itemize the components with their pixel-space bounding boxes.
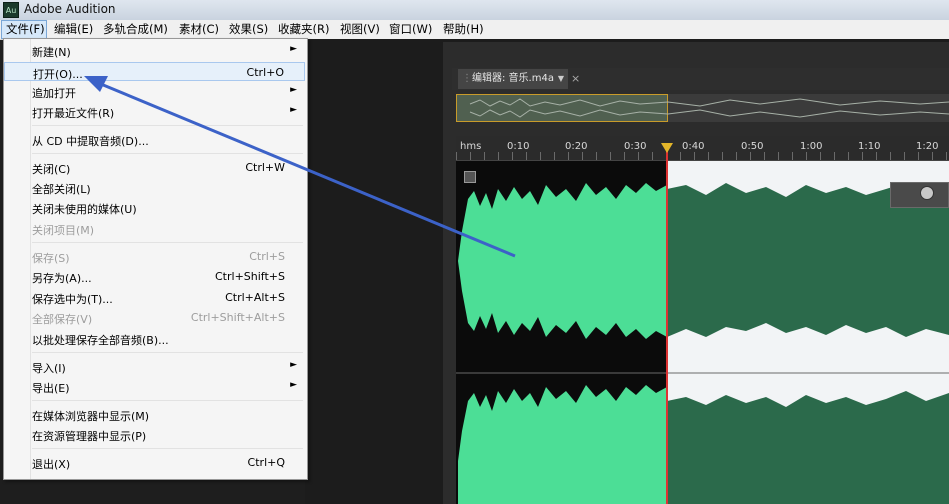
menu-open[interactable]: 打开(O)... Ctrl+O <box>4 62 305 81</box>
ruler-label: 0:10 <box>507 141 530 152</box>
menu-append-open[interactable]: 追加打开 ► <box>4 82 305 101</box>
menu-separator <box>32 400 303 401</box>
chevron-right-icon: ► <box>290 44 297 54</box>
zoom-corner-icon[interactable] <box>464 171 476 183</box>
menu-item-label: 关闭项目(M) <box>32 224 95 237</box>
menu-item-label: 退出(X) <box>32 458 71 471</box>
menu-save-all: 全部保存(V) Ctrl+Shift+Alt+S <box>4 308 305 327</box>
menu-new[interactable]: 新建(N) ► <box>4 41 305 60</box>
menu-item-label: 关闭未使用的媒体(U) <box>32 203 137 216</box>
ruler-label: 0:20 <box>565 141 588 152</box>
menu-item-label: 在媒体浏览器中显示(M) <box>32 410 150 423</box>
menu-close-all[interactable]: 全部关闭(L) <box>4 178 305 197</box>
menu-show-in-explorer[interactable]: 在资源管理器中显示(P) <box>4 425 305 444</box>
chevron-right-icon: ► <box>290 105 297 115</box>
menu-edit[interactable]: 编辑(E) <box>54 20 93 39</box>
overview-viewport[interactable] <box>456 94 668 122</box>
waveform <box>456 183 949 504</box>
menu-close[interactable]: 关闭(C) Ctrl+W <box>4 158 305 177</box>
menu-item-label: 全部保存(V) <box>32 313 93 326</box>
menu-separator <box>32 352 303 353</box>
menu-item-label: 在资源管理器中显示(P) <box>32 430 147 443</box>
menu-file[interactable]: 文件(F) <box>1 20 47 39</box>
ruler-ticks <box>456 152 949 160</box>
ruler-label: 0:40 <box>682 141 705 152</box>
menu-item-label: 保存(S) <box>32 252 70 265</box>
menu-effects[interactable]: 效果(S) <box>229 20 268 39</box>
menu-extract-cd[interactable]: 从 CD 中提取音频(D)... <box>4 130 305 149</box>
ruler-label: 0:50 <box>741 141 764 152</box>
menu-shortcut: Ctrl+Shift+Alt+S <box>190 311 285 324</box>
menu-favorites[interactable]: 收藏夹(R) <box>278 20 329 39</box>
volume-knob-icon[interactable] <box>920 186 934 200</box>
close-icon[interactable]: × <box>571 69 580 89</box>
menu-bar: 文件(F) 编辑(E) 多轨合成(M) 素材(C) 效果(S) 收藏夹(R) 视… <box>0 20 949 40</box>
playhead-handle-icon[interactable] <box>661 143 673 153</box>
menu-close-project: 关闭项目(M) <box>4 219 305 238</box>
menu-shortcut: Ctrl+S <box>249 250 285 263</box>
menu-clip[interactable]: 素材(C) <box>179 20 219 39</box>
menu-item-label: 导出(E) <box>32 382 70 395</box>
ruler-label: 1:20 <box>916 141 939 152</box>
window-title: Adobe Audition <box>24 2 116 16</box>
menu-item-label: 打开(O)... <box>33 68 83 81</box>
menu-view[interactable]: 视图(V) <box>340 20 380 39</box>
audition-logo-icon: Au <box>3 2 19 18</box>
menu-help[interactable]: 帮助(H) <box>443 20 484 39</box>
menu-shortcut: Ctrl+Shift+S <box>215 270 285 283</box>
menu-item-label: 全部关闭(L) <box>32 183 91 196</box>
menu-close-unused[interactable]: 关闭未使用的媒体(U) <box>4 198 305 217</box>
chevron-right-icon: ► <box>290 85 297 95</box>
menu-show-in-media-browser[interactable]: 在媒体浏览器中显示(M) <box>4 405 305 424</box>
chevron-right-icon: ► <box>290 360 297 370</box>
menu-separator <box>32 153 303 154</box>
menu-separator <box>32 125 303 126</box>
menu-item-label: 追加打开 <box>32 87 76 100</box>
menu-shortcut: Ctrl+Alt+S <box>225 291 285 304</box>
menu-save-selection[interactable]: 保存选中为(T)... Ctrl+Alt+S <box>4 288 305 307</box>
editor-tab[interactable]: ⋮ 编辑器: 音乐.m4a ▼ <box>458 69 568 89</box>
menu-item-label: 关闭(C) <box>32 163 71 176</box>
ruler-label: 0:30 <box>624 141 647 152</box>
menu-item-label: 从 CD 中提取音频(D)... <box>32 135 149 148</box>
menu-import[interactable]: 导入(I) ► <box>4 357 305 376</box>
menu-export[interactable]: 导出(E) ► <box>4 377 305 396</box>
menu-open-recent[interactable]: 打开最近文件(R) ► <box>4 102 305 121</box>
menu-save: 保存(S) Ctrl+S <box>4 247 305 266</box>
chevron-right-icon: ► <box>290 380 297 390</box>
menu-item-label: 导入(I) <box>32 362 66 375</box>
menu-multitrack[interactable]: 多轨合成(M) <box>103 20 168 39</box>
ruler-label: hms <box>460 141 482 152</box>
ruler-label: 1:10 <box>858 141 881 152</box>
dropdown-arrow-icon[interactable]: ▼ <box>558 69 564 89</box>
menu-separator <box>32 448 303 449</box>
menu-shortcut: Ctrl+W <box>245 161 285 174</box>
grip-icon: ⋮ <box>462 73 472 84</box>
file-menu: 新建(N) ► 打开(O)... Ctrl+O 追加打开 ► 打开最近文件(R)… <box>3 38 308 480</box>
menu-item-label: 另存为(A)... <box>32 272 92 285</box>
menu-item-label: 以批处理保存全部音频(B)... <box>32 334 169 347</box>
menu-separator <box>32 242 303 243</box>
ruler-label: 1:00 <box>800 141 823 152</box>
menu-item-label: 新建(N) <box>32 46 71 59</box>
menu-batch-save[interactable]: 以批处理保存全部音频(B)... <box>4 329 305 348</box>
menu-exit[interactable]: 退出(X) Ctrl+Q <box>4 453 305 472</box>
menu-item-label: 打开最近文件(R) <box>32 107 115 120</box>
menu-shortcut: Ctrl+O <box>246 66 284 79</box>
menu-save-as[interactable]: 另存为(A)... Ctrl+Shift+S <box>4 267 305 286</box>
menu-item-label: 保存选中为(T)... <box>32 293 113 306</box>
menu-shortcut: Ctrl+Q <box>247 456 285 469</box>
editor-tab-title: 编辑器: 音乐.m4a <box>472 73 554 84</box>
playhead[interactable] <box>666 143 668 504</box>
title-bar: Au Adobe Audition <box>0 0 949 20</box>
menu-window[interactable]: 窗口(W) <box>389 20 432 39</box>
